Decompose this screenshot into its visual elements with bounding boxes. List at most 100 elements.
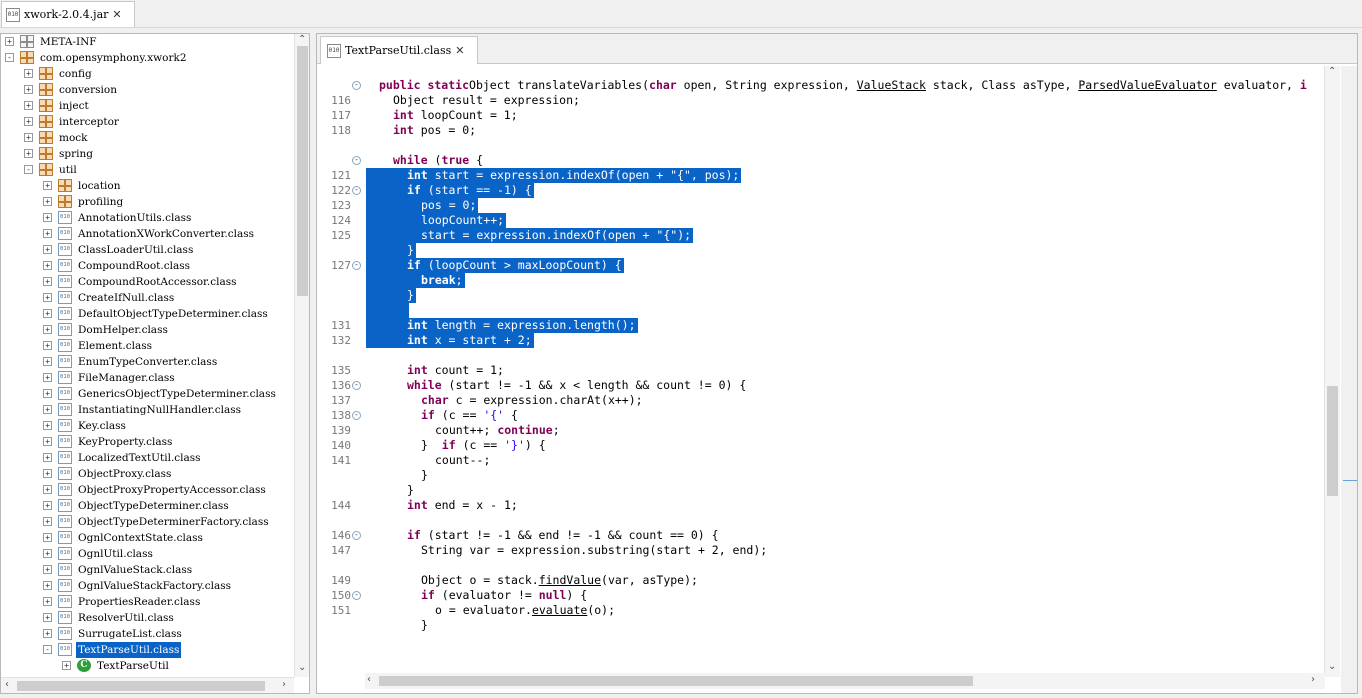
expand-icon[interactable]: + [43,229,52,238]
expand-icon[interactable]: + [24,133,33,142]
expand-icon[interactable]: + [43,181,52,190]
tree-row[interactable]: + conversion [1,82,293,98]
expand-icon[interactable]: + [43,517,52,526]
expand-icon[interactable]: + [43,309,52,318]
editor-vertical-scroll-thumb[interactable] [1327,386,1338,496]
scroll-down-icon[interactable]: ⌄ [298,662,306,673]
tree-row[interactable]: + interceptor [1,114,293,130]
scroll-left-icon[interactable]: ‹ [5,679,9,690]
tree-vertical-scrollbar[interactable]: ⌃ ⌄ [294,34,309,677]
expand-icon[interactable]: + [43,421,52,430]
editor-horizontal-scroll-thumb[interactable] [379,676,973,686]
tree-row[interactable]: +010 Element.class [1,338,293,354]
code-text-area[interactable]: - public staticObject translateVariables(… [319,69,1323,677]
tree-row[interactable]: + profiling [1,194,293,210]
expand-icon[interactable]: + [43,485,52,494]
fold-toggle-icon[interactable]: - [352,591,361,600]
expand-icon[interactable]: + [43,629,52,638]
expand-icon[interactable]: + [43,405,52,414]
fold-toggle-icon[interactable]: - [352,81,361,90]
close-icon[interactable]: ✕ [455,44,464,57]
expand-icon[interactable]: + [62,661,71,670]
expand-icon[interactable]: + [43,533,52,542]
tree-row[interactable]: +010 GenericsObjectTypeDeterminer.class [1,386,293,402]
scroll-down-icon[interactable]: ⌄ [1328,661,1336,672]
fold-toggle-icon[interactable]: - [352,381,361,390]
tree-row[interactable]: +010 SurrugateList.class [1,626,293,642]
scroll-up-icon[interactable]: ⌃ [1328,66,1336,77]
tree-row[interactable]: +010 AnnotationXWorkConverter.class [1,226,293,242]
expand-icon[interactable]: + [43,565,52,574]
close-icon[interactable]: ✕ [112,8,121,21]
fold-toggle-icon[interactable]: - [352,186,361,195]
tree-row[interactable]: +010 FileManager.class [1,370,293,386]
tree-row[interactable]: +010 OgnlValueStack.class [1,562,293,578]
expand-icon[interactable]: + [5,37,14,46]
expand-icon[interactable]: + [43,197,52,206]
editor-vertical-scrollbar[interactable]: ⌃ ⌄ [1324,66,1340,677]
tree-horizontal-scrollbar[interactable]: ‹ › [1,677,294,693]
tree-row[interactable]: +010 ObjectProxy.class [1,466,293,482]
scroll-up-icon[interactable]: ⌃ [298,34,306,45]
expand-icon[interactable]: + [43,437,52,446]
expand-icon[interactable]: + [43,213,52,222]
expand-icon[interactable]: + [24,69,33,78]
tree-row[interactable]: + C TextParseUtil [1,658,293,674]
tree-row[interactable]: +010 LocalizedTextUtil.class [1,450,293,466]
collapse-icon[interactable]: - [43,645,52,654]
tree-row[interactable]: +010 ResolverUtil.class [1,610,293,626]
expand-icon[interactable]: + [24,149,33,158]
tree-row[interactable]: + spring [1,146,293,162]
tree-row[interactable]: + META-INF [1,34,293,50]
tree-row[interactable]: + mock [1,130,293,146]
fold-toggle-icon[interactable]: - [352,261,361,270]
tree-row[interactable]: +010 Key.class [1,418,293,434]
tree-row[interactable]: + location [1,178,293,194]
tree-horizontal-scroll-thumb[interactable] [17,681,265,691]
expand-icon[interactable]: + [43,357,52,366]
tree-row[interactable]: +010 KeyProperty.class [1,434,293,450]
expand-icon[interactable]: + [24,85,33,94]
expand-icon[interactable]: + [43,245,52,254]
scroll-right-icon[interactable]: › [1311,674,1315,685]
tree-row[interactable]: +010 DomHelper.class [1,322,293,338]
tree-vertical-scroll-thumb[interactable] [297,46,308,296]
expand-icon[interactable]: + [43,341,52,350]
fold-toggle-icon[interactable]: - [352,411,361,420]
tree-row[interactable]: - util [1,162,293,178]
tree-row[interactable]: +010 ObjectTypeDeterminer.class [1,498,293,514]
editor-horizontal-scrollbar[interactable]: ‹ › [365,673,1325,689]
tree-row[interactable]: + inject [1,98,293,114]
tree-row[interactable]: +010 ObjectTypeDeterminerFactory.class [1,514,293,530]
tab-textparseutil-class[interactable]: 010 TextParseUtil.class ✕ [320,36,478,64]
expand-icon[interactable]: + [43,581,52,590]
expand-icon[interactable]: + [24,101,33,110]
expand-icon[interactable]: + [43,277,52,286]
expand-icon[interactable]: + [43,293,52,302]
tree-row[interactable]: +010 InstantiatingNullHandler.class [1,402,293,418]
tree-row[interactable]: -010 TextParseUtil.class [1,642,293,658]
tree-row[interactable]: +010 OgnlContextState.class [1,530,293,546]
fold-toggle-icon[interactable]: - [352,531,361,540]
expand-icon[interactable]: + [43,613,52,622]
tree-row[interactable]: + config [1,66,293,82]
fold-toggle-icon[interactable]: - [352,156,361,165]
tab-jar-file[interactable]: 010 xwork-2.0.4.jar ✕ [1,1,135,27]
tree-row[interactable]: +010 OgnlValueStackFactory.class [1,578,293,594]
scroll-right-icon[interactable]: › [282,679,286,690]
tree-row[interactable]: +010 EnumTypeConverter.class [1,354,293,370]
tree-row[interactable]: +010 CompoundRootAccessor.class [1,274,293,290]
tree-row[interactable]: +010 CreateIfNull.class [1,290,293,306]
tree-row[interactable]: +010 PropertiesReader.class [1,594,293,610]
collapse-icon[interactable]: - [5,53,14,62]
expand-icon[interactable]: + [43,325,52,334]
tree-row[interactable]: +010 ClassLoaderUtil.class [1,242,293,258]
tree-row[interactable]: +010 DefaultObjectTypeDeterminer.class [1,306,293,322]
expand-icon[interactable]: + [43,261,52,270]
tree-row[interactable]: +010 ObjectProxyPropertyAccessor.class [1,482,293,498]
expand-icon[interactable]: + [43,469,52,478]
tree-row[interactable]: - com.opensymphony.xwork2 [1,50,293,66]
tree-row[interactable]: +010 CompoundRoot.class [1,258,293,274]
expand-icon[interactable]: + [43,549,52,558]
scroll-left-icon[interactable]: ‹ [367,674,371,685]
